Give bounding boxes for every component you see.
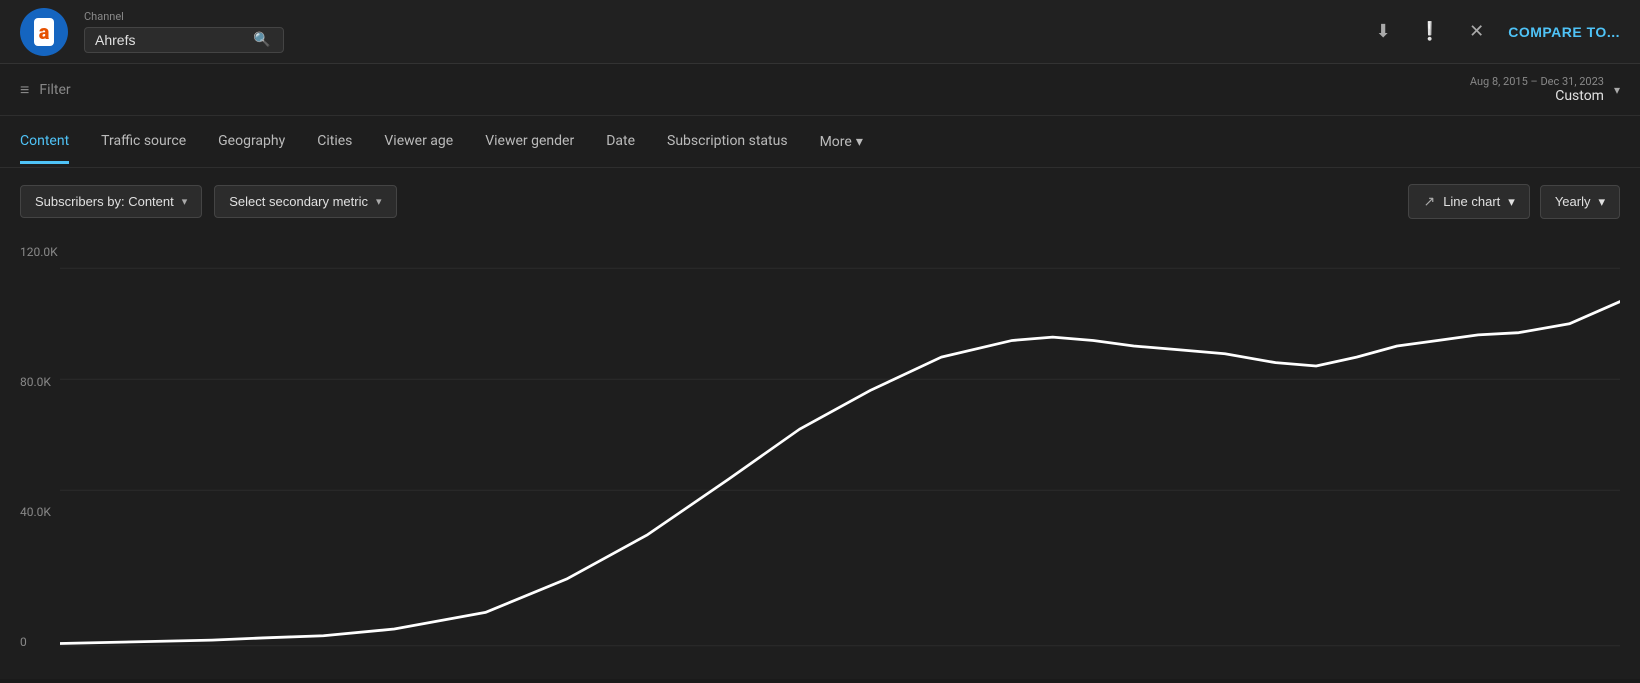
date-dropdown-arrow[interactable]: ▾ [1614,83,1620,97]
tab-more[interactable]: More ▾ [820,134,863,150]
y-label-0: 0 [20,635,58,649]
tabs-bar: Content Traffic source Geography Cities … [0,116,1640,168]
line-chart-icon: ↗ [1423,193,1435,210]
chart-type-dropdown[interactable]: ↗ Line chart ▾ [1408,184,1529,219]
channel-label: Channel [84,10,284,23]
logo-letter: a [34,18,55,46]
channel-search-box[interactable]: 🔍 [84,27,284,53]
primary-metric-arrow: ▾ [182,195,188,208]
tab-viewer-gender[interactable]: Viewer gender [485,119,574,164]
more-dropdown-arrow: ▾ [856,134,863,150]
tab-geography[interactable]: Geography [218,119,285,164]
secondary-metric-label: Select secondary metric [229,194,368,209]
period-dropdown[interactable]: Yearly ▾ [1540,185,1620,219]
top-bar: a Channel 🔍 ⬇ ❕ ✕ COMPARE TO... [0,0,1640,64]
feedback-button[interactable]: ❕ [1415,17,1445,46]
filter-bar: ≡ Filter Aug 8, 2015 – Dec 31, 2023 Cust… [0,64,1640,116]
filter-icon: ≡ [20,80,29,100]
date-range-section[interactable]: Aug 8, 2015 – Dec 31, 2023 Custom ▾ [1470,75,1620,104]
tab-viewer-age[interactable]: Viewer age [384,119,453,164]
channel-section: Channel 🔍 [84,10,284,53]
tab-subscription-status[interactable]: Subscription status [667,119,788,164]
date-range-subtitle: Aug 8, 2015 – Dec 31, 2023 [1470,75,1604,88]
tab-date[interactable]: Date [606,119,635,164]
chart-area: 120.0K 80.0K 40.0K 0 [0,235,1640,679]
line-chart-svg [60,235,1620,679]
chart-line [60,302,1620,644]
tab-traffic-source[interactable]: Traffic source [101,119,186,164]
period-arrow: ▾ [1598,194,1605,210]
controls-right: ↗ Line chart ▾ Yearly ▾ [1408,184,1620,219]
y-label-80k: 80.0K [20,375,58,389]
y-label-40k: 40.0K [20,505,58,519]
date-range-main: Custom [1470,88,1604,104]
download-button[interactable]: ⬇ [1372,17,1395,46]
tab-cities[interactable]: Cities [317,119,352,164]
top-bar-left: a Channel 🔍 [20,8,284,56]
chart-type-arrow: ▾ [1508,194,1515,210]
primary-metric-dropdown[interactable]: Subscribers by: Content ▾ [20,185,202,218]
secondary-metric-dropdown[interactable]: Select secondary metric ▾ [214,185,396,218]
controls-bar: Subscribers by: Content ▾ Select seconda… [0,168,1640,235]
tab-content[interactable]: Content [20,119,69,164]
chart-type-label: Line chart [1443,194,1500,209]
date-range-text: Aug 8, 2015 – Dec 31, 2023 Custom [1470,75,1604,104]
compare-button[interactable]: COMPARE TO... [1508,24,1620,40]
primary-metric-label: Subscribers by: Content [35,194,174,209]
top-bar-right: ⬇ ❕ ✕ COMPARE TO... [1372,17,1620,46]
period-label: Yearly [1555,194,1591,209]
y-label-120k: 120.0K [20,245,58,259]
chart-svg-wrapper [60,235,1620,679]
filter-label: Filter [39,82,70,98]
controls-left: Subscribers by: Content ▾ Select seconda… [20,185,397,218]
logo: a [20,8,68,56]
channel-search-input[interactable] [95,32,245,48]
secondary-metric-arrow: ▾ [376,195,382,208]
close-button[interactable]: ✕ [1465,17,1488,46]
filter-left: ≡ Filter [20,80,71,100]
search-icon: 🔍 [253,32,270,48]
